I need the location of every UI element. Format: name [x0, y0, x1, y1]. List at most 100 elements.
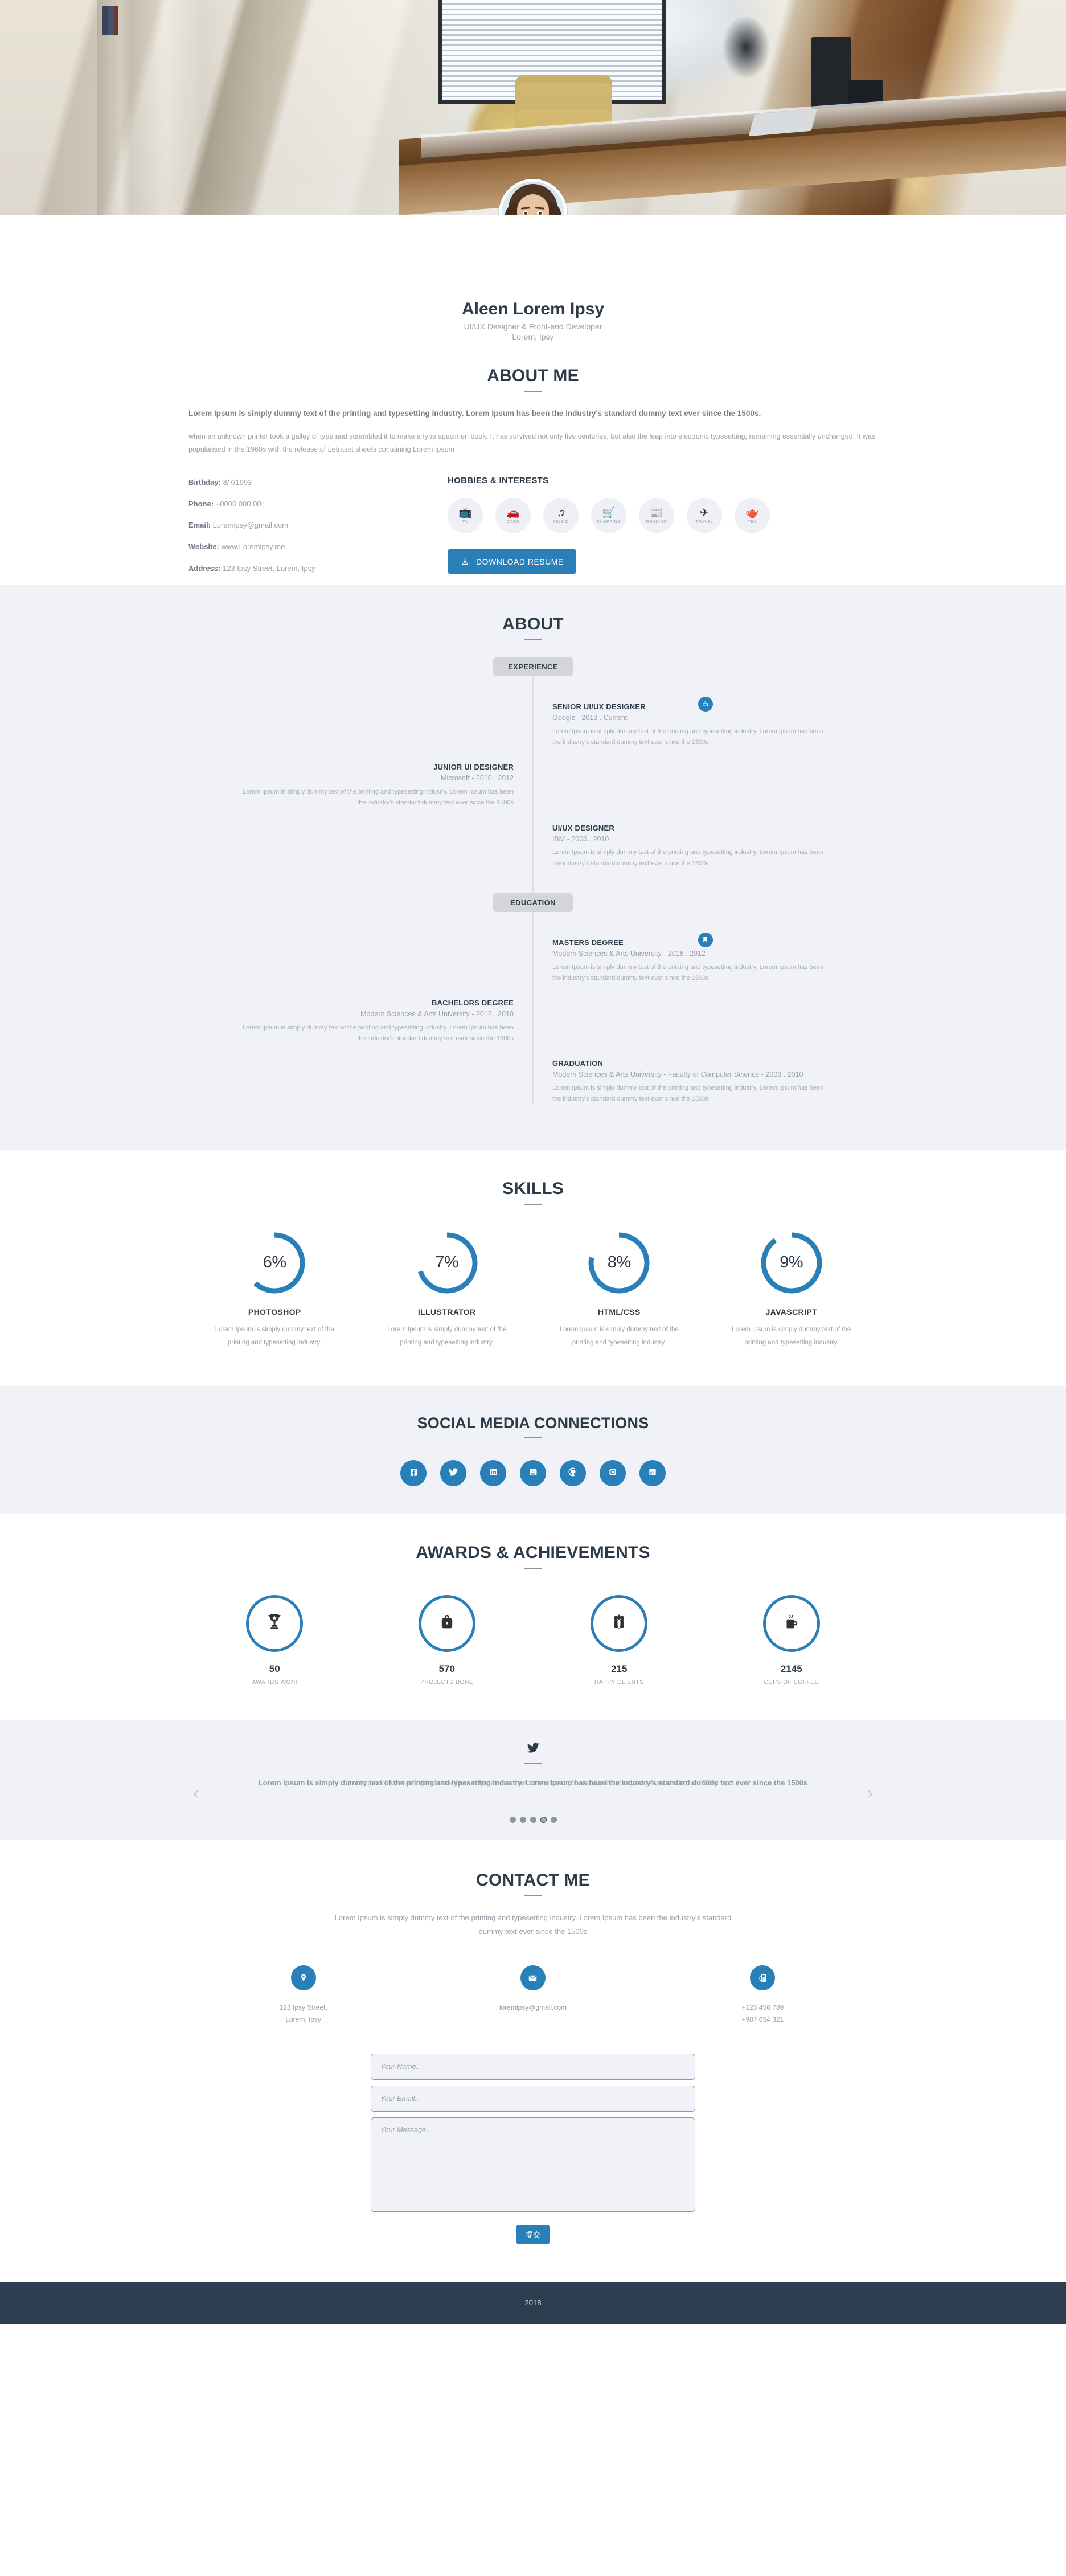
award-circle: [418, 1594, 475, 1652]
hobby-item-travel[interactable]: ✈ TRAVEL: [687, 498, 722, 534]
envelope-icon: [520, 1965, 546, 1991]
skill-desc: Lorem Ipsum is simply dummy text of the …: [387, 1326, 507, 1346]
briefcase-icon: [437, 1612, 457, 1634]
award-item-awards-won: 50 AWARDS WON!: [188, 1594, 361, 1686]
submit-button[interactable]: 提交: [516, 2224, 550, 2244]
social-link-github[interactable]: [560, 1459, 586, 1486]
skill-dial: 8%: [587, 1231, 651, 1295]
carousel-dot-4[interactable]: [540, 1816, 547, 1823]
award-label: PROJECTS DONE: [420, 1679, 474, 1686]
heading-rule: [524, 1203, 542, 1205]
hobby-item-reading[interactable]: 📰 READING: [639, 498, 674, 534]
contact-intro-text: Lorem Ipsum is simply dummy text of the …: [334, 1913, 732, 1936]
download-resume-label: DOWNLOAD RESUME: [476, 557, 564, 566]
message-textarea[interactable]: [371, 2117, 695, 2212]
award-circle: [246, 1594, 304, 1652]
profile-location: Lorem, Ipsy: [512, 332, 554, 341]
name-input[interactable]: [371, 2053, 695, 2080]
entry-title: GRADUATION: [552, 1059, 604, 1068]
skill-percent: 8%: [607, 1253, 631, 1272]
social-link-googleplus[interactable]: g+: [639, 1459, 666, 1486]
download-resume-button[interactable]: DOWNLOAD RESUME: [448, 549, 576, 574]
hobby-item-tv[interactable]: 📺 TV: [448, 498, 483, 534]
airplane-icon: ✈: [700, 506, 709, 519]
entry-meta: Modern Sciences & Arts University - 2018…: [552, 949, 706, 958]
info-label-birthday: Birthday:: [188, 478, 222, 487]
profile-name: Aleen Lorem Ipsy: [461, 300, 605, 318]
skill-dial: 7%: [415, 1231, 479, 1295]
award-number: 215: [611, 1663, 628, 1674]
tv-icon: 📺: [458, 506, 472, 519]
footer-year: 2018: [524, 2298, 542, 2307]
cart-icon: 🛒: [602, 506, 616, 519]
timeline-entry: GRADUATION Modern Sciences & Arts Univer…: [533, 1059, 878, 1105]
avatar: [499, 179, 567, 215]
social-media-section: SOCIAL MEDIA CONNECTIONS You Tube g+: [0, 1385, 1066, 1514]
award-number: 570: [438, 1663, 455, 1674]
email-input[interactable]: [371, 2085, 695, 2112]
contact-cards: 123 Ipsy Street, Lorem, Ipsy loremipsy@g…: [188, 1965, 878, 2025]
social-link-youtube[interactable]: You Tube: [520, 1459, 546, 1486]
about-me-heading: ABOUT ME: [487, 366, 579, 385]
skill-item-javascript: 9% JAVASCRIPT Lorem Ipsum is simply dumm…: [706, 1231, 878, 1350]
info-row-birthday: Birthday: 8/7/1993: [188, 478, 430, 487]
info-label-email: Email:: [188, 521, 211, 530]
contact-card-address: 123 Ipsy Street, Lorem, Ipsy: [188, 1965, 418, 2025]
info-value-address: 123 Ipsy Street, Lorem, Ipsy: [222, 563, 315, 573]
carousel-dot-2[interactable]: [519, 1816, 526, 1823]
timeline-entry: BACHELORS DEGREE Modern Sciences & Arts …: [188, 999, 533, 1044]
award-number: 50: [269, 1663, 280, 1674]
hobby-label: MUSIC: [553, 518, 569, 524]
carousel-prev-button[interactable]: ‹: [193, 1784, 199, 1802]
hobby-item-tea[interactable]: 🫖 TEA: [735, 498, 770, 534]
info-label-website: Website:: [188, 542, 219, 551]
avatar-wrapper: [499, 179, 567, 215]
hobby-item-cars[interactable]: 🚗 CARS: [495, 498, 531, 534]
entry-desc: Lorem Ipsum is simply dummy text of the …: [552, 1085, 824, 1103]
timeline-badge-experience: EXPERIENCE: [493, 657, 573, 677]
timeline-entry: MASTERS DEGREE Modern Sciences & Arts Un…: [533, 932, 878, 984]
briefcase-icon: [698, 697, 713, 712]
graduation-book-icon: [698, 932, 713, 947]
skill-name: PHOTOSHOP: [248, 1307, 301, 1316]
people-icon: [609, 1612, 629, 1635]
skill-item-htmlcss: 8% HTML/CSS Lorem Ipsum is simply dummy …: [533, 1231, 706, 1350]
social-link-facebook[interactable]: [400, 1459, 427, 1486]
facebook-icon: [408, 1467, 419, 1479]
info-row-website: Website: www.Loremipsy.me: [188, 542, 430, 551]
award-item-cups-of-coffee: 2145 CUPS OF COFFEE: [706, 1594, 878, 1686]
instagram-icon: [608, 1467, 618, 1479]
contact-value-email: loremipsy@gmail.com: [499, 2003, 567, 2012]
social-link-linkedin[interactable]: [480, 1459, 506, 1486]
hobby-label: SHOPPING: [596, 518, 621, 524]
info-value-website: www.Loremipsy.me: [221, 542, 285, 551]
skill-percent: 9%: [780, 1253, 803, 1272]
github-icon: [567, 1466, 579, 1479]
hobby-item-music[interactable]: ♫ MUSIC: [543, 498, 579, 534]
carousel-next-button[interactable]: ›: [867, 1784, 873, 1802]
award-label: AWARDS WON!: [252, 1679, 298, 1686]
youtube-icon: You Tube: [528, 1467, 539, 1479]
coffee-icon: [782, 1612, 801, 1634]
profile-role: UI/UX Designer & Front-end Developer: [464, 322, 602, 331]
timeline-badge-education: EDUCATION: [493, 893, 573, 912]
carousel-dot-5[interactable]: [550, 1816, 557, 1823]
skill-percent: 6%: [263, 1253, 286, 1272]
social-link-twitter[interactable]: [440, 1459, 466, 1486]
entry-desc: Lorem Ipsum is simply dummy text of the …: [242, 788, 514, 807]
skill-percent: 7%: [435, 1253, 459, 1272]
entry-desc: Lorem Ipsum is simply dummy text of the …: [552, 727, 824, 746]
carousel-dot-1[interactable]: [509, 1816, 516, 1823]
skill-item-illustrator: 7% ILLUSTRATOR Lorem Ipsum is simply dum…: [361, 1231, 534, 1350]
entry-meta: Modern Sciences & Arts University - Facu…: [552, 1070, 803, 1079]
carousel-dot-3[interactable]: [530, 1816, 536, 1823]
contact-card-phone: +123 456 789 +987 654 321: [648, 1965, 878, 2025]
skill-name: HTML/CSS: [597, 1307, 641, 1316]
hobby-item-shopping[interactable]: 🛒 SHOPPING: [591, 498, 626, 534]
social-link-instagram[interactable]: [600, 1459, 626, 1486]
about-body-text: when an unknown printer took a galley of…: [188, 432, 876, 454]
googleplus-icon: g+: [647, 1467, 658, 1479]
info-row-email: Email: Loremipsy@gmail.com: [188, 521, 430, 530]
info-value-phone: +0000 000 00: [215, 499, 261, 508]
hobby-label: CARS: [506, 518, 520, 524]
